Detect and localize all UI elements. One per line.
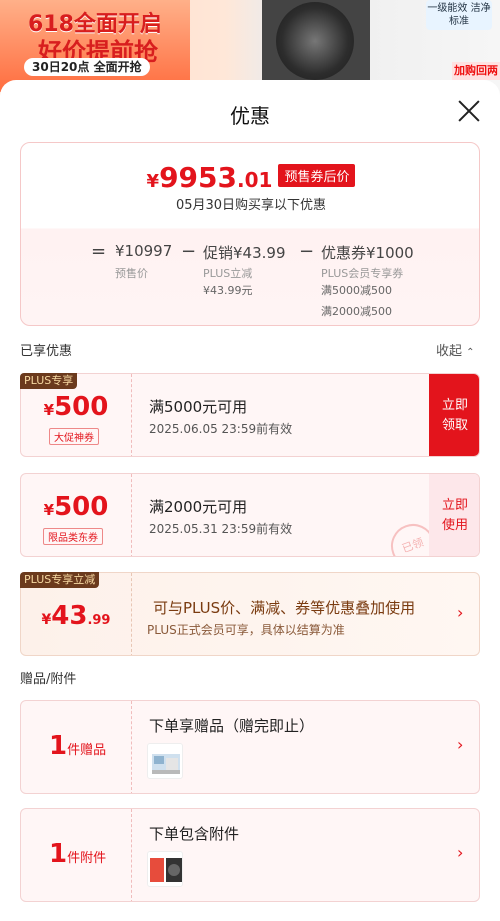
action-line1: 立即: [441, 498, 468, 513]
claim-coupon-button[interactable]: 立即 领取: [429, 374, 479, 456]
coupon-currency: ¥: [43, 401, 55, 419]
gift-thumbnail: [147, 743, 183, 779]
coupon-title: 满2000元可用: [149, 498, 248, 516]
promo-detail: ¥43.99元: [203, 284, 253, 297]
chevron-right-icon: ›: [457, 843, 464, 862]
gift-divider: [131, 701, 132, 793]
coupon-amount-value: 500: [54, 492, 109, 522]
sheet-title: 优惠: [230, 104, 270, 128]
purchase-date-note: 05月30日购买享以下优惠: [175, 198, 327, 213]
coupon-expiry: 2025.06.05 23:59前有效: [149, 422, 293, 436]
accessory-count-value: 1: [49, 839, 68, 869]
enjoyed-discounts-label: 已享优惠: [20, 344, 73, 359]
energy-badge: 一级能效 洁净标准: [426, 0, 492, 30]
final-price: ¥9953.01 预售券后价: [21, 161, 481, 194]
gift-title: 下单享赠品（赠完即止）: [149, 717, 315, 735]
use-coupon-button[interactable]: 立即 使用: [429, 474, 479, 556]
collapse-label: 收起: [436, 344, 463, 359]
presale-price-label: 预售价: [115, 267, 148, 280]
coupon-amount-value: 500: [54, 392, 109, 422]
coupon-card[interactable]: ¥500 大促神券 满5000元可用 2025.06.05 23:59前有效 立…: [20, 373, 480, 457]
chevron-right-icon: ›: [457, 735, 464, 754]
coupon-label: PLUS会员专享券: [321, 267, 404, 280]
plus-discount-amount: ¥43.99: [21, 601, 131, 631]
close-icon[interactable]: [456, 98, 482, 124]
equals-sign: =: [91, 241, 107, 262]
washer-door-image: [276, 2, 354, 80]
coupon-tag: 限品类东券: [43, 528, 103, 545]
price-decimal: .01: [237, 168, 273, 192]
coupon-divider: [131, 474, 132, 556]
action-line2: 领取: [441, 418, 468, 433]
promo-label: PLUS立减: [203, 267, 253, 280]
coupon-tag: 大促神券: [49, 428, 99, 445]
promo-pill: 30日20点 全面开抢: [24, 58, 150, 76]
coupon-currency: ¥: [43, 501, 55, 519]
collapse-button[interactable]: 收起 ⌃: [436, 340, 475, 359]
action-line2: 使用: [441, 518, 468, 533]
accessory-card[interactable]: 1件附件 下单包含附件 ›: [20, 808, 480, 902]
plus-divider: [131, 573, 132, 655]
action-line1: 立即: [441, 398, 468, 413]
accessory-count: 1件附件: [49, 839, 106, 869]
presale-price-value: ¥10997: [115, 242, 173, 260]
accessory-title: 下单包含附件: [149, 825, 240, 843]
chevron-right-icon: ›: [457, 603, 464, 622]
coupon-amount: ¥500: [21, 392, 131, 422]
plus-title: 可与PLUS价、满减、券等优惠叠加使用: [153, 599, 416, 617]
price-currency: ¥: [146, 171, 160, 192]
accessory-unit: 件附件: [67, 851, 107, 866]
coupon-value: 优惠券¥1000: [321, 244, 414, 262]
plus-amount-int: 43: [51, 601, 88, 631]
plus-currency: ¥: [41, 612, 52, 628]
coupon-title: 满5000元可用: [149, 398, 248, 416]
price-tag-badge: 预售券后价: [278, 164, 356, 187]
minus-sign: −: [299, 241, 315, 262]
price-integer: 9953: [159, 161, 237, 194]
gift-unit: 件赠品: [67, 743, 107, 758]
discount-sheet: 优惠 ¥9953.01 预售券后价 05月30日购买享以下优惠 = ¥10997 …: [0, 80, 500, 921]
plus-amount-dec: .99: [87, 613, 111, 628]
coupon-detail-2: 满2000减500: [321, 305, 392, 318]
accessory-divider: [131, 809, 132, 901]
promo-value: 促销¥43.99: [203, 244, 286, 262]
coupon-card[interactable]: ¥500 限品类东券 满2000元可用 2025.05.31 23:59前有效 …: [20, 473, 480, 557]
price-summary-card: ¥9953.01 预售券后价 05月30日购买享以下优惠 = ¥10997 预售价…: [20, 142, 480, 326]
gift-card[interactable]: 1件赠品 下单享赠品（赠完即止） ›: [20, 700, 480, 794]
promo-badge: 加购回两天: [452, 62, 500, 95]
plus-discount-badge: PLUS专享立减: [20, 572, 100, 588]
coupon-expiry: 2025.05.31 23:59前有效: [149, 522, 293, 536]
plus-exclusive-badge: PLUS专享: [20, 373, 78, 389]
coupon-amount: ¥500: [21, 492, 131, 522]
coupon-divider: [131, 374, 132, 456]
chevron-up-icon: ⌃: [466, 347, 475, 358]
gift-count-value: 1: [49, 731, 68, 761]
coupon-detail-1: 满5000减500: [321, 284, 392, 297]
plus-subtitle: PLUS正式会员可享，具体以结算为准: [147, 623, 345, 637]
gift-count: 1件赠品: [49, 731, 106, 761]
accessory-thumbnail: [147, 851, 183, 887]
gifts-section-label: 赠品/附件: [20, 672, 77, 687]
minus-sign: −: [181, 241, 197, 262]
